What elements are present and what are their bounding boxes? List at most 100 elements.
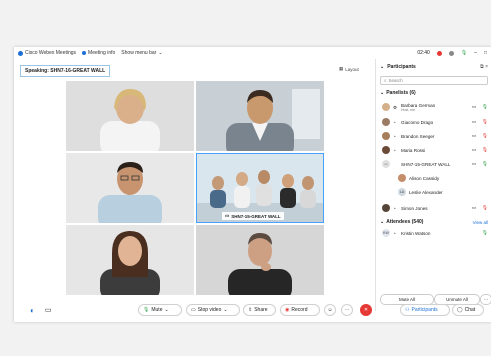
headset-icon: ◔ [393, 147, 396, 153]
list-item[interactable]: ⚙ Barbara German Host, me ▭ 🎙 [382, 99, 488, 115]
video-caption-text: SHN7-15-GREAT WALL [231, 213, 281, 219]
captions-icon[interactable]: ▭ [45, 306, 52, 315]
attendees-section-header[interactable]: ⌄ Attendees (540) View all [380, 219, 488, 225]
camera-icon[interactable]: ▭ [472, 133, 476, 139]
camera-icon[interactable]: ▭ [472, 147, 476, 153]
room-device-icon: ▭ [382, 160, 390, 168]
speaking-indicator: Speaking: SHN7-16-GREAT WALL [20, 65, 111, 77]
end-call-button[interactable]: ✕ [360, 304, 372, 316]
participants-header[interactable]: ⌄ Participants [380, 64, 416, 70]
layout-label: Layout [345, 66, 359, 72]
participant-name: Maria Rossi [401, 147, 426, 153]
popout-icon[interactable]: ⧉ [480, 64, 484, 70]
list-item[interactable]: ◔ Brandon Seeger ▭ 🎙 [382, 130, 488, 142]
chat-label: Chat [464, 307, 476, 313]
avatar [382, 118, 390, 126]
app-name: Cisco Webex Meetings [25, 50, 77, 56]
video-tile[interactable] [66, 81, 194, 151]
stop-video-button[interactable]: ▭ Stop video ⌄ [186, 304, 240, 316]
chat-button[interactable]: ◯ Chat [452, 304, 484, 316]
mic-off-icon[interactable]: 🎙 [482, 119, 488, 125]
record-button[interactable]: ◉ Record [280, 304, 320, 316]
participants-label: Participants [411, 307, 438, 313]
meeting-info-button[interactable]: Meeting info [82, 50, 115, 56]
panel-header-actions: ⧉ × [480, 64, 488, 70]
participant-name-text: Barbara German [401, 102, 436, 108]
participant-role: Host, me [401, 107, 416, 112]
more-button[interactable]: ⋯ [341, 304, 353, 316]
list-item[interactable]: ◔ Simon Jones ▭ 🎙 [382, 202, 488, 214]
mic-off-icon[interactable]: 🎙 [482, 205, 488, 211]
camera-icon[interactable]: ▭ [472, 161, 476, 167]
share-screen-icon: ⇪ [248, 307, 253, 313]
list-item[interactable]: LA Leslie Alexander [398, 186, 488, 198]
webex-assistant-icon[interactable]: ◐ [30, 306, 35, 315]
chevron-down-icon: ⌄ [380, 90, 385, 96]
video-tile[interactable] [196, 225, 324, 295]
list-item[interactable]: KW ◔ Kristin Watson 🎙 [382, 227, 488, 239]
avatar: LA [398, 188, 406, 196]
video-grid: ▭ SHN7-15-GREAT WALL [66, 81, 324, 295]
toolbar-left: ◐ ▭ [30, 306, 51, 315]
camera-icon[interactable]: ▭ [472, 205, 476, 211]
mic-icon[interactable]: 🎙 [482, 104, 488, 110]
participant-controls: ▭ 🎙 [472, 119, 488, 125]
participant-controls: ▭ 🎙 [472, 147, 488, 153]
participant-name: Simon Jones [401, 205, 428, 211]
participant-name: Barbara German Host, me [401, 103, 472, 112]
reactions-button[interactable]: ☺ [324, 304, 336, 316]
search-input[interactable]: ⌕ Search [380, 76, 488, 85]
view-all-link[interactable]: View all [473, 220, 488, 225]
mic-off-icon[interactable]: 🎙 [482, 147, 488, 153]
list-item[interactable]: ▭ SHN7-15-GREAT WALL ▭ 🎙 [382, 158, 488, 170]
panelists-header-label: Panelists (6) [386, 90, 416, 96]
people-icon: ⚇ [405, 307, 410, 313]
video-camera-icon: ▭ [191, 307, 196, 313]
minimize-icon[interactable]: – [474, 50, 477, 56]
host-icon: ⚙ [393, 104, 398, 110]
headset-icon: ◔ [393, 119, 396, 125]
info-icon [82, 51, 87, 55]
video-tile[interactable] [66, 153, 194, 223]
camera-icon[interactable]: ▭ [472, 104, 476, 110]
search-icon: ⌕ [384, 78, 387, 83]
avatar [382, 146, 390, 154]
participant-name: SHN7-15-GREAT WALL [401, 161, 451, 167]
participants-button[interactable]: ⚇ Participants [400, 304, 450, 316]
meeting-timer: 02:40 [417, 50, 430, 56]
maximize-icon[interactable]: □ [484, 50, 487, 56]
avatar [382, 132, 390, 140]
list-item[interactable]: ◔ Maria Rossi ▭ 🎙 [382, 144, 488, 156]
mic-icon[interactable]: 🎙 [482, 161, 488, 167]
share-button[interactable]: ⇪ Share [243, 304, 276, 316]
mic-status-icon: 🎙 [460, 50, 468, 56]
chevron-down-icon: ⌄ [164, 307, 169, 313]
meeting-toolbar: ◐ ▭ 🎙 Mute ⌄ ▭ Stop video ⌄ ⇪ Share ◉ Re… [14, 298, 491, 322]
participant-name: Leslie Alexander [409, 189, 443, 195]
show-menu-bar-button[interactable]: Show menu bar ⌄ [121, 50, 162, 56]
app-menu[interactable]: Cisco Webex Meetings [18, 50, 76, 56]
webex-logo-icon [18, 50, 23, 56]
video-tile[interactable] [66, 225, 194, 295]
video-tile-selected[interactable]: ▭ SHN7-15-GREAT WALL [196, 153, 324, 223]
search-placeholder: Search [388, 78, 403, 83]
camera-icon[interactable]: ▭ [472, 119, 476, 125]
mic-icon[interactable]: 🎙 [482, 230, 488, 236]
list-item[interactable]: Alison Cassidy [398, 172, 488, 184]
avatar [398, 174, 406, 182]
avatar: KW [382, 229, 390, 237]
meeting-info-label: Meeting info [88, 50, 116, 56]
close-icon[interactable]: × [485, 64, 488, 70]
list-item[interactable]: ◔ Giacomo Drago ▭ 🎙 [382, 116, 488, 128]
record-label: Record [291, 307, 308, 313]
participant-controls: 🎙 [482, 230, 488, 236]
settings-icon[interactable] [448, 50, 454, 56]
mute-button[interactable]: 🎙 Mute ⌄ [138, 304, 182, 316]
panelists-section-header[interactable]: ⌄ Panelists (6) [380, 90, 416, 96]
microphone-icon: 🎙 [143, 307, 150, 313]
layout-button[interactable]: ▦ Layout [339, 66, 359, 72]
participants-panel: ⌄ Participants ⧉ × ⌕ Search ⌄ Panelists … [375, 59, 491, 311]
mic-off-icon[interactable]: 🎙 [482, 133, 488, 139]
video-tile[interactable] [196, 81, 324, 151]
menu-label: Show menu bar [121, 50, 157, 56]
